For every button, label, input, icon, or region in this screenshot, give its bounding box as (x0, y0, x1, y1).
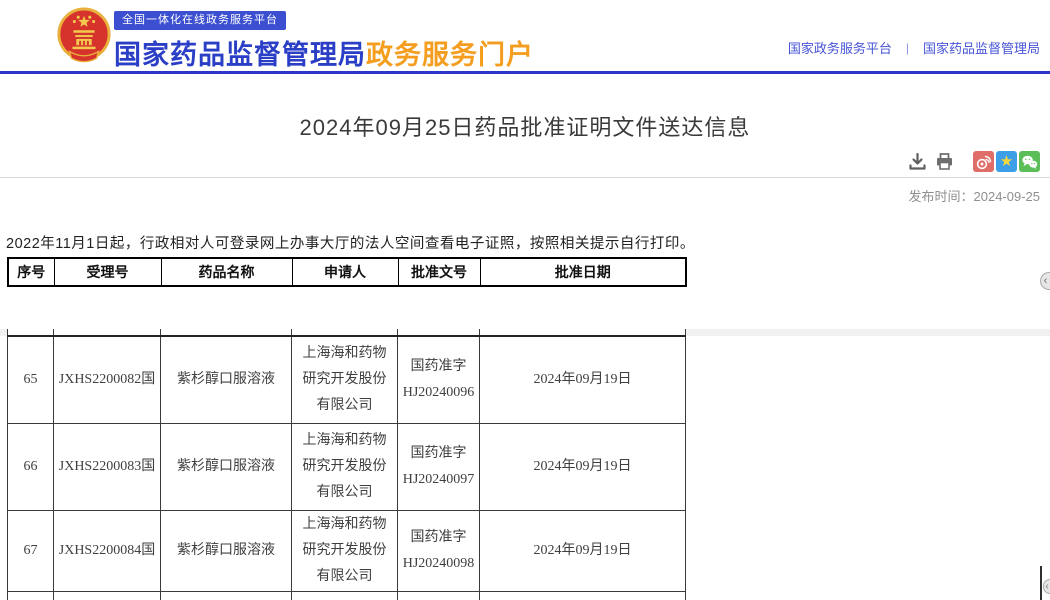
cell-applicant: 上海海和药物研究开发股份有限公司 (292, 424, 398, 511)
nav-separator: | (906, 41, 909, 55)
cell-acceptance-no: JXHS2200083国 (54, 424, 161, 511)
share-weibo-icon[interactable] (973, 151, 994, 172)
cell-approval-date: 2024年09月19日 (480, 424, 686, 511)
cell-seq: 65 (8, 336, 54, 424)
header-divider-bar (0, 71, 1050, 74)
toolbar-divider (0, 177, 1050, 178)
floating-widget-edge (1040, 566, 1042, 600)
cell-approval-date: 2024年09月19日 (480, 336, 686, 424)
cell-applicant: 上海海和药物研究开发股份有限公司 (292, 511, 398, 592)
col-header-seq: 序号 (8, 258, 54, 286)
table-row: 66 JXHS2200083国 紫杉醇口服溶液 上海海和药物研究开发股份有限公司… (8, 424, 686, 511)
site-title-agency: 国家药品监督管理局 (114, 40, 366, 70)
download-icon[interactable] (907, 152, 927, 172)
cell-acceptance-no: JXHS2200084国 (54, 511, 161, 592)
publish-date-label: 发布时间： (908, 189, 973, 204)
cell-seq: 66 (8, 424, 54, 511)
cell-acceptance-no: JXHS2200082国 (54, 336, 161, 424)
side-panel-toggle-icon[interactable]: ‹ (1040, 272, 1050, 290)
publish-date-value: 2024-09-25 (974, 189, 1041, 204)
article-toolbar: ★ (907, 151, 1040, 172)
qzone-star-glyph: ★ (1000, 154, 1013, 169)
col-header-approval-no: 批准文号 (398, 258, 480, 286)
top-nav: 国家政务服务平台 | 国家药品监督管理局 (788, 38, 1040, 57)
col-header-applicant: 申请人 (292, 258, 398, 286)
cell-drug-name: 紫杉醇口服溶液 (161, 424, 292, 511)
site-branding: 全国一体化在线政务服务平台 国家药品监督管理局政务服务门户 (114, 10, 534, 72)
site-title-portal: 政务服务门户 (366, 40, 534, 70)
table-row-clipped-bottom (8, 592, 686, 600)
cell-approval-no: 国药准字HJ20240098 (398, 511, 480, 592)
side-panel-toggle-bottom-icon[interactable]: ‹ (1043, 579, 1050, 594)
national-emblem-icon (56, 7, 112, 67)
table-row: 67 JXHS2200084国 紫杉醇口服溶液 上海海和药物研究开发股份有限公司… (8, 511, 686, 592)
share-qzone-icon[interactable]: ★ (996, 151, 1017, 172)
page-title: 2024年09月25日药品批准证明文件送达信息 (0, 110, 1050, 142)
nav-link-nmpa[interactable]: 国家药品监督管理局 (923, 38, 1040, 57)
col-header-acceptance-no: 受理号 (54, 258, 161, 286)
cell-approval-no: 国药准字HJ20240097 (398, 424, 480, 511)
table-row: 65 JXHS2200082国 紫杉醇口服溶液 上海海和药物研究开发股份有限公司… (8, 336, 686, 424)
table-header-row: 序号 受理号 药品名称 申请人 批准文号 批准日期 (8, 258, 686, 286)
notice-text: 2022年11月1日起，行政相对人可登录网上办事大厅的法人空间查看电子证照，按照… (6, 232, 695, 253)
platform-badge: 全国一体化在线政务服务平台 (114, 11, 286, 30)
results-table-header: 序号 受理号 药品名称 申请人 批准文号 批准日期 (7, 257, 687, 287)
publish-date: 发布时间：2024-09-25 (908, 186, 1040, 205)
share-wechat-icon[interactable] (1019, 151, 1040, 172)
cell-applicant: 上海海和药物研究开发股份有限公司 (292, 336, 398, 424)
results-table-body: 65 JXHS2200082国 紫杉醇口服溶液 上海海和药物研究开发股份有限公司… (7, 329, 686, 600)
cell-drug-name: 紫杉醇口服溶液 (161, 511, 292, 592)
col-header-approval-date: 批准日期 (480, 258, 686, 286)
site-title-link[interactable]: 国家药品监督管理局政务服务门户 (114, 33, 534, 72)
nav-link-gov-service-platform[interactable]: 国家政务服务平台 (788, 38, 892, 57)
cell-approval-no: 国药准字HJ20240096 (398, 336, 480, 424)
cell-seq: 67 (8, 511, 54, 592)
print-icon[interactable] (934, 152, 954, 172)
cell-drug-name: 紫杉醇口服溶液 (161, 336, 292, 424)
col-header-drug-name: 药品名称 (161, 258, 292, 286)
page: 全国一体化在线政务服务平台 国家药品监督管理局政务服务门户 国家政务服务平台 |… (0, 0, 1050, 600)
table-scroll-region[interactable]: 65 JXHS2200082国 紫杉醇口服溶液 上海海和药物研究开发股份有限公司… (7, 329, 688, 600)
cell-approval-date: 2024年09月19日 (480, 511, 686, 592)
